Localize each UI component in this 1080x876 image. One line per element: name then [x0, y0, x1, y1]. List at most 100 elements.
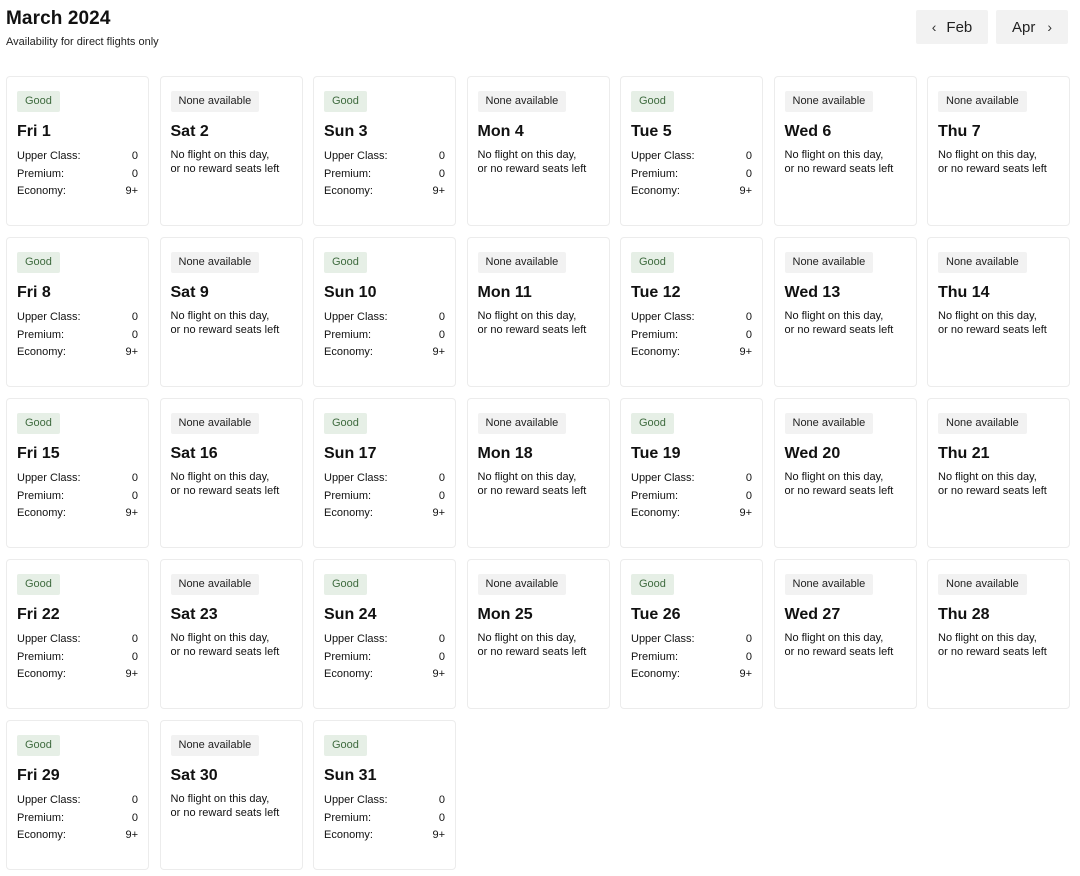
- day-card[interactable]: None available Thu 21 No flight on this da…: [927, 398, 1070, 548]
- economy-row: Economy: 9+: [631, 183, 752, 201]
- no-flight-message: No flight on this day, or no reward seats…: [171, 631, 292, 659]
- upper-class-count: 0: [745, 472, 752, 484]
- day-title: Fri 29: [17, 767, 60, 784]
- availability-badge: Good: [17, 91, 60, 112]
- premium-count: 0: [438, 650, 445, 663]
- premium-row: Premium: 0: [324, 810, 445, 828]
- upper-class-row: Upper Class: 0: [324, 309, 445, 327]
- day-card[interactable]: Good Tue 5 Upper Class: 0 Premium: 0 Economy: 9…: [620, 76, 763, 226]
- upper-class-row: Upper Class: 0: [17, 148, 138, 166]
- no-flight-line: or no reward seats left: [477, 163, 587, 175]
- day-card[interactable]: None available Sat 2 No flight on this day…: [159, 76, 303, 226]
- seat-availability: Upper Class: 0 Premium: 0 Economy: 9+: [17, 631, 138, 684]
- no-flight-message: No flight on this day, or no reward seats…: [938, 631, 1059, 659]
- day-card[interactable]: None available Wed 20 No flight on this da…: [773, 398, 917, 548]
- economy-row: Economy: 9+: [324, 666, 445, 684]
- day-card[interactable]: Good Sun 10 Upper Class: 0 Premium: 0 Economy:…: [313, 237, 456, 387]
- day-card[interactable]: Good Sun 17 Upper Class: 0 Premium: 0 Economy:…: [313, 398, 456, 548]
- day-card[interactable]: None available Sat 9 No flight on this day…: [159, 237, 303, 387]
- day-card[interactable]: None available Mon 11 No flight on this da…: [466, 237, 610, 387]
- premium-label: Premium:: [17, 811, 65, 824]
- no-flight-line: No flight on this day,: [784, 632, 884, 644]
- day-card[interactable]: None available Sat 23 No flight on this da…: [159, 559, 303, 709]
- premium-count: 0: [745, 328, 752, 341]
- no-flight-line: No flight on this day,: [938, 149, 1037, 161]
- economy-count: 9+: [432, 185, 445, 197]
- economy-label: Economy:: [17, 185, 66, 197]
- next-month-label: Apr: [1011, 18, 1036, 36]
- no-flight-line: No flight on this day,: [784, 149, 884, 161]
- economy-count: 9+: [739, 185, 752, 197]
- premium-row: Premium: 0: [631, 488, 752, 506]
- economy-row: Economy: 9+: [631, 666, 752, 684]
- availability-badge: None available: [938, 91, 1027, 112]
- day-card[interactable]: None available Wed 6 No flight on this day…: [773, 76, 917, 226]
- day-title: Wed 6: [784, 123, 832, 140]
- day-card[interactable]: Good Tue 12 Upper Class: 0 Premium: 0 Economy:…: [620, 237, 763, 387]
- next-month-button[interactable]: Apr ›: [996, 10, 1068, 44]
- upper-class-row: Upper Class: 0: [631, 470, 752, 488]
- day-card[interactable]: Good Fri 15 Upper Class: 0 Premium: 0 Economy:…: [6, 398, 149, 548]
- economy-label: Economy:: [17, 507, 66, 519]
- day-title: Sat 2: [170, 123, 209, 140]
- upper-class-row: Upper Class: 0: [17, 309, 138, 327]
- day-card[interactable]: None available Thu 7 No flight on this day…: [927, 76, 1070, 226]
- upper-class-label: Upper Class:: [17, 633, 81, 645]
- seat-availability: Upper Class: 0 Premium: 0 Economy: 9+: [631, 631, 752, 684]
- prev-month-button[interactable]: ‹ Feb: [916, 10, 988, 44]
- day-title: Sun 10: [324, 284, 377, 301]
- day-title: Sat 23: [170, 606, 218, 623]
- no-flight-line: or no reward seats left: [477, 324, 587, 336]
- day-card[interactable]: None available Sat 16 No flight on this da…: [159, 398, 303, 548]
- upper-class-row: Upper Class: 0: [324, 148, 445, 166]
- no-flight-message: No flight on this day, or no reward seats…: [171, 792, 292, 820]
- day-card[interactable]: Good Fri 8 Upper Class: 0 Premium: 0 Economy: 9…: [6, 237, 149, 387]
- no-flight-message: No flight on this day, or no reward seats…: [785, 148, 906, 176]
- calendar-grid: Good Fri 1 Upper Class: 0 Premium: 0 Economy: 9…: [6, 76, 1070, 870]
- no-flight-message: No flight on this day, or no reward seats…: [478, 470, 599, 498]
- day-card[interactable]: Good Fri 29 Upper Class: 0 Premium: 0 Economy:…: [6, 720, 149, 870]
- day-card[interactable]: None available Thu 28 No flight on this da…: [927, 559, 1070, 709]
- seat-availability: Upper Class: 0 Premium: 0 Economy: 9+: [17, 309, 138, 362]
- day-title: Mon 25: [477, 606, 533, 623]
- day-card[interactable]: None available Thu 14 No flight on this da…: [927, 237, 1070, 387]
- day-card[interactable]: Good Sun 3 Upper Class: 0 Premium: 0 Economy: 9…: [313, 76, 456, 226]
- economy-count: 9+: [432, 829, 445, 841]
- day-card[interactable]: Good Tue 19 Upper Class: 0 Premium: 0 Economy:…: [620, 398, 763, 548]
- availability-badge: Good: [631, 91, 674, 112]
- day-card[interactable]: None available Wed 13 No flight on this da…: [773, 237, 917, 387]
- no-flight-line: or no reward seats left: [938, 163, 1047, 175]
- day-card[interactable]: Good Fri 1 Upper Class: 0 Premium: 0 Economy: 9…: [6, 76, 149, 226]
- economy-label: Economy:: [324, 185, 373, 197]
- day-card[interactable]: Good Tue 26 Upper Class: 0 Premium: 0 Economy:…: [620, 559, 763, 709]
- day-title: Wed 20: [784, 445, 841, 462]
- premium-row: Premium: 0: [17, 810, 138, 828]
- economy-count: 9+: [125, 668, 138, 680]
- day-title: Mon 11: [477, 284, 532, 301]
- upper-class-label: Upper Class:: [17, 794, 81, 806]
- premium-row: Premium: 0: [324, 327, 445, 345]
- economy-count: 9+: [125, 185, 138, 197]
- chevron-right-icon: ›: [1047, 19, 1052, 35]
- day-card[interactable]: Good Fri 22 Upper Class: 0 Premium: 0 Economy:…: [6, 559, 149, 709]
- economy-row: Economy: 9+: [324, 344, 445, 362]
- day-card[interactable]: None available Wed 27 No flight on this da…: [773, 559, 917, 709]
- no-flight-line: No flight on this day,: [477, 310, 577, 322]
- economy-label: Economy:: [17, 668, 66, 680]
- no-flight-message: No flight on this day, or no reward seats…: [171, 309, 292, 337]
- no-flight-line: or no reward seats left: [477, 646, 587, 658]
- premium-label: Premium:: [631, 650, 679, 663]
- upper-class-count: 0: [438, 794, 445, 806]
- no-flight-line: No flight on this day,: [477, 471, 577, 483]
- premium-row: Premium: 0: [631, 166, 752, 184]
- day-card[interactable]: None available Mon 4 No flight on this day…: [466, 76, 610, 226]
- day-card[interactable]: Good Sun 24 Upper Class: 0 Premium: 0 Economy:…: [313, 559, 456, 709]
- day-title: Sat 30: [170, 767, 218, 784]
- economy-label: Economy:: [324, 829, 373, 841]
- upper-class-count: 0: [131, 311, 138, 323]
- upper-class-label: Upper Class:: [324, 794, 388, 806]
- day-card[interactable]: Good Sun 31 Upper Class: 0 Premium: 0 Economy:…: [313, 720, 456, 870]
- day-card[interactable]: None available Mon 18 No flight on this da…: [466, 398, 610, 548]
- day-card[interactable]: None available Sat 30 No flight on this da…: [159, 720, 303, 870]
- day-card[interactable]: None available Mon 25 No flight on this da…: [466, 559, 610, 709]
